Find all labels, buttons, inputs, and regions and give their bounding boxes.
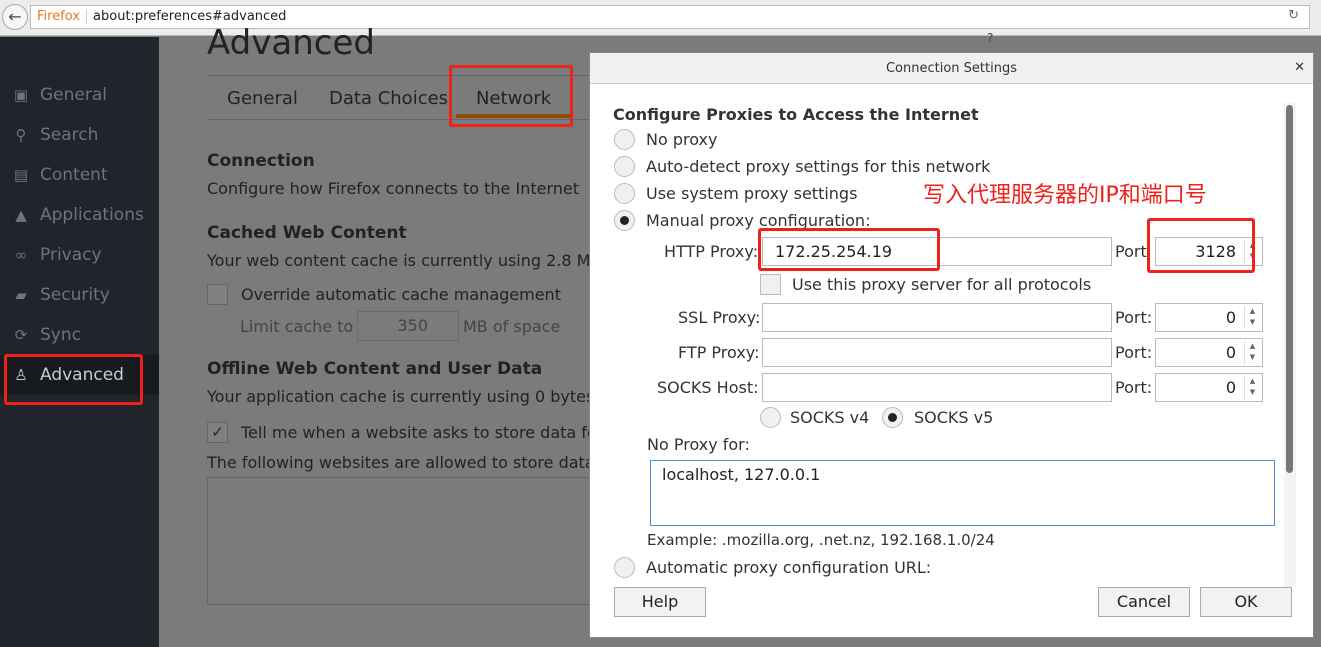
no-proxy-label: No proxy bbox=[646, 130, 718, 149]
offline-heading: Offline Web Content and User Data bbox=[207, 359, 543, 379]
tell-me-label: Tell me when a website asks to store dat… bbox=[241, 423, 597, 442]
ssl-port-input[interactable]: 0 ▲ ▼ bbox=[1155, 303, 1263, 332]
tab-data-choices[interactable]: Data Choices bbox=[329, 88, 448, 109]
ssl-proxy-label: SSL Proxy: bbox=[678, 308, 761, 327]
socks-v4-label: SOCKS v4 bbox=[790, 408, 870, 427]
sync-icon: ⟳ bbox=[14, 326, 28, 344]
cancel-button[interactable]: Cancel bbox=[1098, 587, 1190, 617]
port-spinner[interactable]: ▲ ▼ bbox=[1244, 341, 1260, 364]
socks-v4-radio[interactable] bbox=[760, 407, 781, 428]
sidebar-item-content[interactable]: ▤ Content bbox=[0, 155, 159, 195]
dialog-scrollbar[interactable] bbox=[1284, 103, 1296, 587]
ftp-proxy-input[interactable] bbox=[762, 338, 1112, 367]
ssl-port-label: Port: bbox=[1115, 308, 1153, 327]
no-proxy-example: Example: .mozilla.org, .net.nz, 192.168.… bbox=[647, 531, 995, 549]
connection-settings-dialog: Connection Settings ✕ Configure Proxies … bbox=[589, 52, 1314, 638]
privacy-mask-icon: ∞ bbox=[14, 246, 28, 264]
override-cache-checkbox[interactable] bbox=[207, 284, 228, 305]
use-all-protocols-label: Use this proxy server for all protocols bbox=[792, 275, 1092, 294]
system-proxy-radio[interactable] bbox=[614, 183, 635, 204]
url-text: about:preferences#advanced bbox=[93, 9, 287, 24]
firefox-brand: Firefox bbox=[37, 9, 88, 24]
allowed-sites-label: The following websites are allowed to st… bbox=[207, 453, 595, 472]
http-proxy-label: HTTP Proxy: bbox=[664, 242, 759, 261]
ftp-port-label: Port: bbox=[1115, 343, 1153, 362]
url-bar-area: ← Firefox about:preferences#advanced ↻ bbox=[0, 0, 1321, 36]
no-proxy-for-label: No Proxy for: bbox=[647, 435, 750, 454]
lock-icon: ▰ bbox=[15, 286, 27, 304]
limit-cache-label: Limit cache to bbox=[240, 317, 354, 336]
system-proxy-label: Use system proxy settings bbox=[646, 184, 858, 203]
socks-port-input[interactable]: 0 ▲ ▼ bbox=[1155, 373, 1263, 402]
socks-port-label: Port: bbox=[1115, 378, 1153, 397]
sidebar-item-security[interactable]: ▰ Security bbox=[0, 275, 159, 315]
offline-desc: Your application cache is currently usin… bbox=[207, 387, 595, 406]
highlight-box bbox=[449, 65, 573, 127]
content-icon: ▤ bbox=[13, 166, 29, 184]
sidebar-item-applications[interactable]: ▲ Applications bbox=[0, 195, 159, 235]
search-icon: ⚲ bbox=[15, 126, 27, 144]
limit-cache-unit: MB of space bbox=[463, 317, 561, 336]
proxy-heading: Configure Proxies to Access the Internet bbox=[613, 105, 979, 124]
ok-button[interactable]: OK bbox=[1200, 587, 1292, 617]
page-title: Advanced bbox=[207, 23, 375, 63]
auto-config-url-radio[interactable] bbox=[614, 557, 635, 578]
manual-proxy-radio[interactable] bbox=[614, 210, 635, 231]
highlight-box bbox=[758, 228, 940, 271]
socks-host-label: SOCKS Host: bbox=[657, 378, 759, 397]
annotation-text: 写入代理服务器的IP和端口号 bbox=[923, 183, 1207, 208]
tab-general[interactable]: General bbox=[227, 88, 298, 109]
connection-heading: Connection bbox=[207, 151, 315, 171]
applications-icon: ▲ bbox=[15, 206, 27, 224]
auto-config-url-label: Automatic proxy configuration URL: bbox=[646, 558, 932, 577]
override-cache-label: Override automatic cache management bbox=[241, 285, 561, 304]
port-spinner[interactable]: ▲ ▼ bbox=[1244, 376, 1260, 399]
sidebar: ▣ General ⚲ Search ▤ Content ▲ Applications … bbox=[0, 37, 159, 647]
auto-detect-radio[interactable] bbox=[614, 156, 635, 177]
sidebar-item-search[interactable]: ⚲ Search bbox=[0, 115, 159, 155]
no-proxy-for-textarea[interactable]: localhost, 127.0.0.1 bbox=[650, 460, 1275, 526]
http-port-label: Port bbox=[1115, 242, 1147, 261]
close-icon[interactable]: ✕ bbox=[1294, 60, 1305, 75]
auto-detect-label: Auto-detect proxy settings for this netw… bbox=[646, 157, 991, 176]
ftp-port-input[interactable]: 0 ▲ ▼ bbox=[1155, 338, 1263, 367]
limit-cache-input[interactable]: 350 bbox=[357, 311, 459, 341]
tell-me-checkbox[interactable]: ✓ bbox=[207, 422, 228, 443]
allowed-sites-list[interactable] bbox=[207, 477, 597, 605]
highlight-box bbox=[4, 354, 143, 405]
highlight-box bbox=[1147, 218, 1255, 273]
help-icon[interactable]: ? bbox=[987, 31, 993, 45]
cache-heading: Cached Web Content bbox=[207, 223, 407, 243]
port-spinner[interactable]: ▲ ▼ bbox=[1244, 306, 1260, 329]
scrollbar-thumb[interactable] bbox=[1286, 105, 1293, 473]
sidebar-item-general[interactable]: ▣ General bbox=[0, 75, 159, 115]
cache-desc: Your web content cache is currently usin… bbox=[207, 251, 591, 270]
back-button[interactable]: ← bbox=[2, 4, 28, 30]
no-proxy-radio[interactable] bbox=[614, 129, 635, 150]
socks-v5-radio[interactable] bbox=[882, 407, 903, 428]
dialog-title: Connection Settings bbox=[590, 53, 1313, 84]
socks-v5-label: SOCKS v5 bbox=[914, 408, 994, 427]
ssl-proxy-input[interactable] bbox=[762, 303, 1112, 332]
use-all-protocols-checkbox[interactable] bbox=[760, 274, 781, 295]
connection-desc: Configure how Firefox connects to the In… bbox=[207, 179, 579, 198]
help-button[interactable]: Help bbox=[614, 587, 706, 617]
ftp-proxy-label: FTP Proxy: bbox=[678, 343, 760, 362]
socks-host-input[interactable] bbox=[762, 373, 1112, 402]
sidebar-item-sync[interactable]: ⟳ Sync bbox=[0, 315, 159, 355]
general-icon: ▣ bbox=[13, 86, 29, 104]
sidebar-item-privacy[interactable]: ∞ Privacy bbox=[0, 235, 159, 275]
reload-icon[interactable]: ↻ bbox=[1288, 8, 1299, 23]
